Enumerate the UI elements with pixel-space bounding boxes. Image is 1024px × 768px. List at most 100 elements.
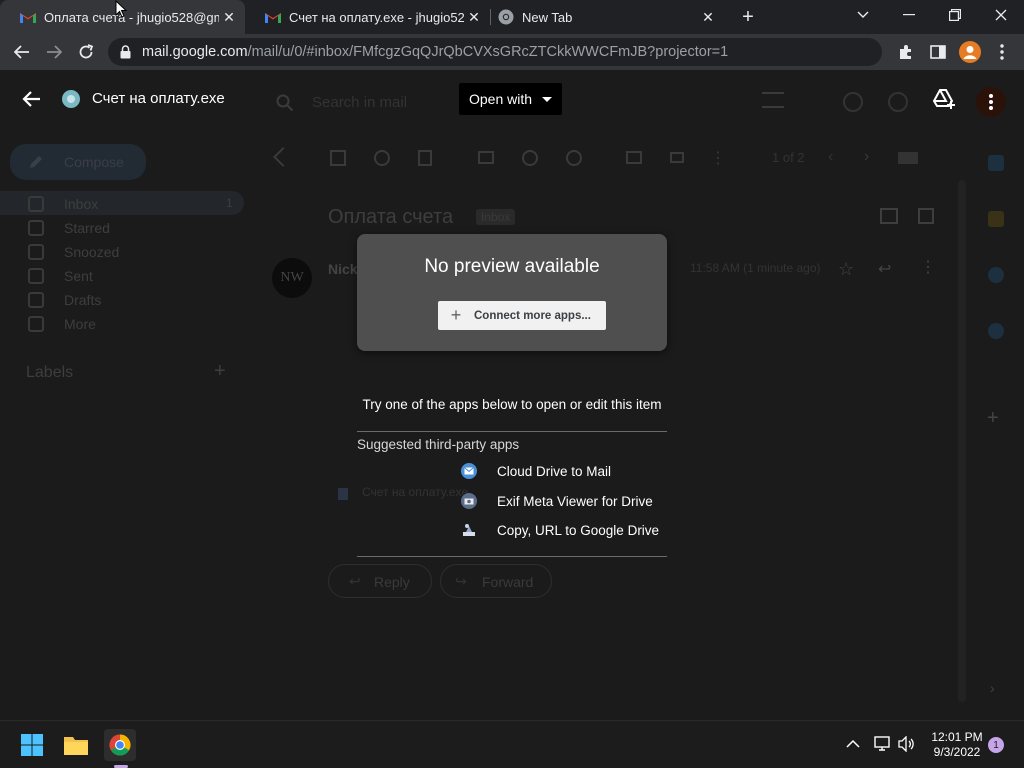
report-spam-icon[interactable] (374, 150, 390, 166)
email-subject: Оплата счета (328, 206, 454, 228)
contacts-icon[interactable] (988, 323, 1004, 339)
add-label-icon[interactable]: + (214, 360, 226, 383)
suggested-app-copy-url-to-drive[interactable]: Copy, URL to Google Drive (461, 520, 659, 540)
suggested-app-exif-meta-viewer[interactable]: Exif Meta Viewer for Drive (461, 491, 653, 511)
keyboard-icon[interactable] (898, 152, 918, 164)
file-explorer-icon[interactable] (60, 729, 92, 761)
snooze-icon[interactable] (522, 150, 538, 166)
windows-start-icon[interactable] (16, 729, 48, 761)
mouse-cursor-icon (115, 0, 127, 18)
message-more-icon[interactable]: ⋮ (920, 257, 936, 277)
open-new-window-icon[interactable] (918, 208, 934, 224)
back-to-inbox-icon[interactable] (273, 147, 293, 167)
minimize-icon[interactable] (886, 0, 932, 30)
new-tab-plus-icon[interactable]: + (734, 3, 762, 31)
archive-icon[interactable] (330, 150, 346, 166)
close-viewer-back-arrow-icon[interactable] (22, 89, 42, 109)
clock-icon (28, 244, 44, 260)
forward-label: Forward (482, 574, 534, 590)
app-name: Exif Meta Viewer for Drive (497, 493, 653, 509)
support-icon[interactable] (843, 92, 863, 112)
add-task-icon[interactable] (566, 150, 582, 166)
restore-icon[interactable] (932, 0, 978, 30)
volume-icon[interactable] (898, 735, 916, 754)
tab-schet-exe[interactable]: Счет на оплату.exe - jhugio528@gmail.com… (245, 0, 490, 34)
profile-avatar[interactable] (956, 38, 984, 66)
address-bar[interactable]: mail.google.com/mail/u/0/#inbox/FMfcgzGq… (108, 38, 882, 66)
tab-title: Счет на оплату.exe - jhugio528@gmail.com (289, 9, 464, 25)
star-message-icon[interactable]: ☆ (838, 259, 854, 280)
sidebar-item-inbox[interactable]: Inbox (28, 196, 98, 212)
delete-icon[interactable] (418, 150, 432, 166)
inbox-icon (28, 196, 44, 212)
tab-search-chevron-icon[interactable] (840, 0, 886, 30)
more-options-icon[interactable]: ⋮ (710, 148, 726, 168)
mail-app-icon (461, 463, 477, 479)
calendar-icon[interactable] (988, 155, 1004, 171)
close-tab-icon[interactable]: ✕ (219, 7, 239, 27)
keep-icon[interactable] (988, 211, 1004, 227)
show-side-panel-chevron-icon[interactable]: › (990, 680, 995, 696)
get-addons-plus-icon[interactable]: + (987, 407, 999, 430)
add-to-drive-icon[interactable] (932, 87, 956, 111)
sidebar-item-starred[interactable]: Starred (28, 220, 110, 236)
sidebar-item-label: Starred (64, 220, 110, 236)
print-icon[interactable] (880, 208, 898, 224)
viewer-more-actions-icon[interactable] (976, 87, 1006, 117)
mark-unread-icon[interactable] (478, 151, 494, 164)
draft-icon (28, 292, 44, 308)
extensions-puzzle-icon[interactable] (892, 38, 920, 66)
url-host: mail.google.com (142, 44, 248, 60)
forward-icon[interactable] (40, 38, 68, 66)
connect-more-apps-button[interactable]: + Connect more apps... (438, 301, 606, 330)
move-to-icon[interactable] (626, 151, 642, 164)
close-tab-icon[interactable]: ✕ (698, 7, 718, 27)
search-options-icon[interactable] (762, 92, 784, 108)
suggested-app-cloud-drive-to-mail[interactable]: Cloud Drive to Mail (461, 461, 611, 481)
no-preview-heading: No preview available (424, 256, 600, 277)
message-scrollbar[interactable] (958, 180, 966, 702)
sidebar-item-drafts[interactable]: Drafts (28, 292, 101, 308)
forward-button[interactable]: ↪ Forward (440, 564, 552, 598)
back-icon[interactable] (8, 38, 36, 66)
sender-name[interactable]: Nick (328, 261, 358, 277)
gmail-icon (20, 9, 36, 25)
system-tray-chevron-up-icon[interactable] (846, 736, 862, 752)
close-window-icon[interactable] (978, 0, 1024, 30)
labels-heading: Labels (26, 364, 74, 381)
tab-title: Оплата счета - jhugio528@gmail.com (44, 9, 219, 25)
side-panel-icon[interactable] (924, 38, 952, 66)
sidebar-item-sent[interactable]: Sent (28, 268, 93, 284)
lock-icon[interactable] (120, 45, 134, 59)
sidebar-item-label: Snoozed (64, 244, 120, 260)
page-content: Search in mail Compose Inbox 1 Starred S… (0, 70, 1024, 720)
viewer-file-title: Счет на оплату.exe (92, 90, 225, 107)
notification-badge[interactable]: 1 (988, 737, 1004, 753)
sidebar-item-more[interactable]: More (28, 316, 96, 332)
chrome-menu-icon[interactable] (988, 38, 1016, 66)
tab-new-tab[interactable]: New Tab ✕ (478, 0, 724, 34)
chrome-taskbar-icon[interactable] (104, 729, 136, 761)
older-chevron-icon[interactable]: › (864, 148, 869, 166)
reply-icon[interactable]: ↩ (878, 259, 891, 279)
gmail-sidebar: Compose Inbox 1 Starred Snoozed Sent Dra… (0, 70, 250, 720)
settings-gear-icon[interactable] (888, 92, 908, 112)
connect-more-apps-label: Connect more apps... (474, 309, 591, 322)
url-text: mail.google.com/mail/u/0/#inbox/FMfcgzGq… (142, 44, 728, 60)
attachment-name[interactable]: Счет на оплату.exe (362, 485, 468, 499)
newer-chevron-icon[interactable]: ‹ (828, 148, 833, 166)
sidebar-item-snoozed[interactable]: Snoozed (28, 244, 119, 260)
tasks-icon[interactable] (988, 267, 1004, 283)
reply-button[interactable]: ↩ Reply (328, 564, 432, 598)
label-icon[interactable] (670, 152, 684, 163)
message-toolbar: ⋮ 1 of 2 ‹ › (270, 147, 950, 172)
taskbar-clock[interactable]: 12:01 PM 9/3/2022 (926, 730, 988, 760)
sender-avatar[interactable]: NW (272, 258, 312, 298)
compose-button[interactable]: Compose (10, 144, 146, 180)
sidebar-item-label: Drafts (64, 292, 102, 308)
reload-icon[interactable] (72, 38, 100, 66)
file-type-icon (62, 90, 80, 108)
network-icon[interactable] (874, 736, 892, 754)
open-with-button[interactable]: Open with (459, 83, 563, 115)
inbox-badge[interactable]: Inbox (476, 209, 516, 225)
